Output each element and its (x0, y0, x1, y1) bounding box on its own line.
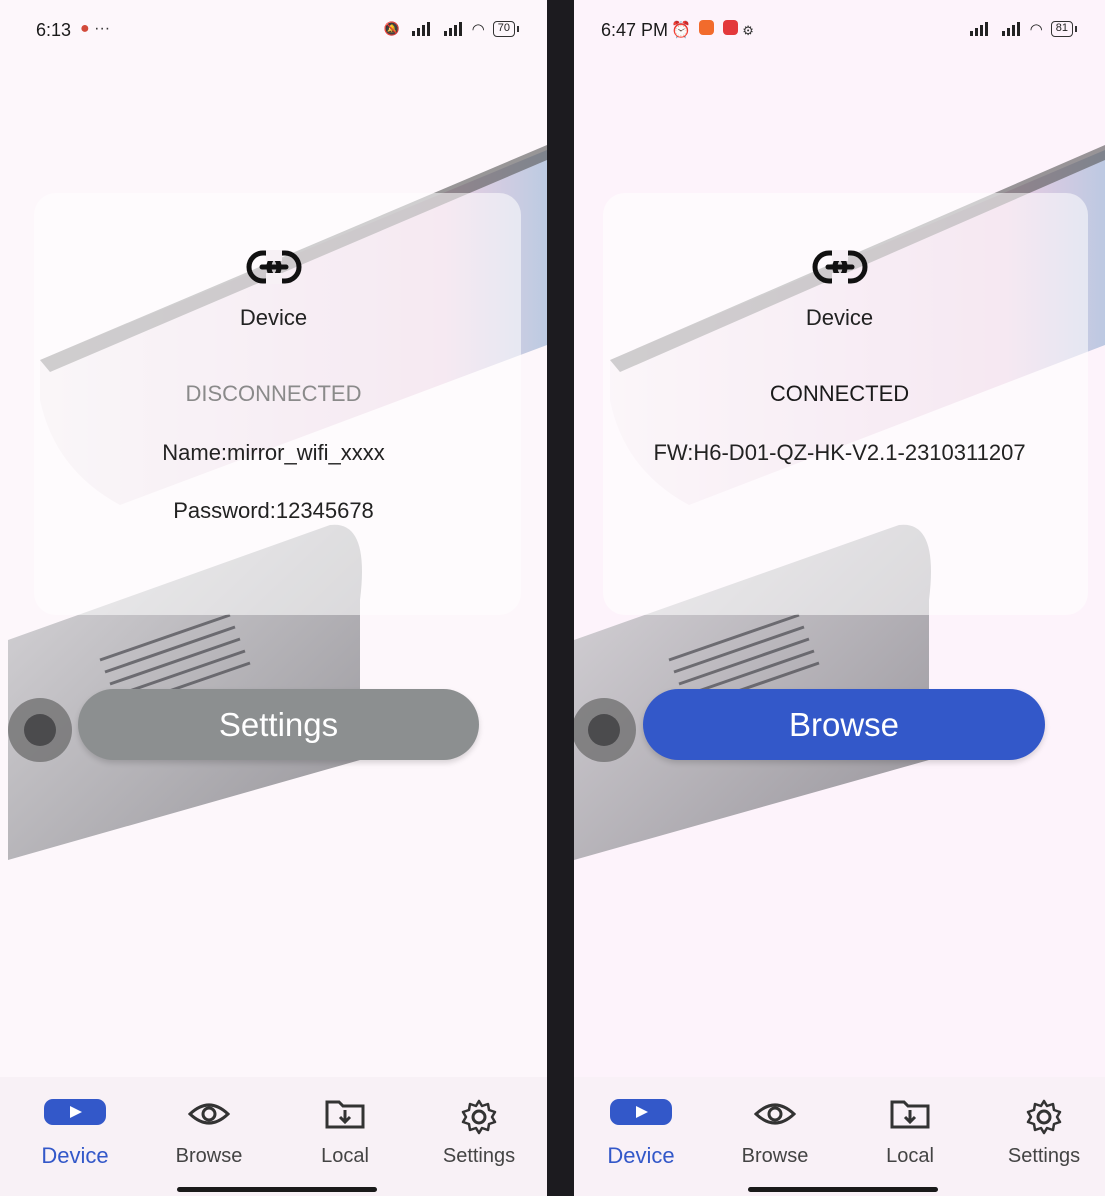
screen-connected: 6:47 PM ⏰ ⚙ ◠ 81 Device CONNECTED FW:H6-… (574, 0, 1105, 1196)
device-title: Device (239, 305, 308, 330)
signal-icon (966, 22, 990, 36)
gear-icon (461, 1099, 497, 1140)
nav-label: Browse (175, 1145, 243, 1167)
status-time: 6:47 PM (601, 20, 669, 40)
status-notification-icons: ⏰ ⚙ (671, 20, 754, 40)
battery-icon: 81 (1050, 21, 1078, 37)
nav-label: Browse (741, 1145, 809, 1167)
signal-icon-2 (440, 22, 464, 36)
nav-label: Local (321, 1145, 369, 1167)
firmware-version: FW:H6-D01-QZ-HK-V2.1-2310311207 (653, 440, 1026, 465)
status-bar: 6:47 PM ⏰ ⚙ ◠ 81 (574, 0, 1105, 62)
device-title: Device (805, 305, 874, 330)
connection-status: DISCONNECTED (185, 381, 362, 406)
nav-label: Settings (442, 1145, 516, 1167)
screen-divider (547, 0, 574, 1196)
nav-label: Device (41, 1143, 109, 1168)
eye-icon (187, 1099, 231, 1134)
settings-button[interactable]: Settings (78, 689, 479, 760)
battery-icon: 70 (492, 21, 520, 37)
nav-label: Device (607, 1143, 675, 1168)
app-notification-icon-2 (722, 20, 738, 35)
status-right-icons: ◠ 81 (966, 20, 1078, 38)
download-folder-icon (325, 1099, 365, 1134)
more-notifications: ··· (94, 20, 111, 37)
gear-icon (1026, 1099, 1062, 1140)
nav-label: Settings (1007, 1145, 1081, 1167)
nav-label: Local (886, 1145, 934, 1167)
status-time: 6:13 (36, 20, 72, 40)
connection-status: CONNECTED (769, 381, 910, 406)
home-indicator[interactable] (177, 1187, 377, 1192)
link-icon (0, 250, 547, 284)
home-indicator[interactable] (748, 1187, 938, 1192)
settings-notification-icon: ⚙ (742, 23, 754, 38)
bottom-navigation: Device Browse Local Settings (574, 1077, 1105, 1196)
alarm-icon: ⏰ (671, 22, 691, 39)
wifi-name: Name:mirror_wifi_xxxx (162, 440, 385, 465)
eye-icon (753, 1099, 797, 1134)
app-notification-icon (699, 20, 715, 35)
signal-icon (408, 22, 432, 36)
download-folder-icon (890, 1099, 930, 1134)
play-icon (44, 1099, 106, 1130)
signal-icon-2 (998, 22, 1022, 36)
wifi-icon: ◠ (471, 21, 485, 38)
browse-button[interactable]: Browse (643, 689, 1045, 760)
screen-disconnected: 6:13 ● ··· 🔕 ◠ 70 Device DISCONNECTED Na… (0, 0, 547, 1196)
wifi-password: Password:12345678 (173, 498, 374, 523)
app-notification-icon: ● (80, 20, 90, 37)
mute-icon: 🔕 (383, 21, 400, 36)
status-right-icons: 🔕 ◠ 70 (383, 20, 520, 38)
bottom-navigation: Device Browse Local Settings (0, 1077, 547, 1196)
link-icon (574, 250, 1105, 284)
status-notification-icons: ● ··· (80, 20, 110, 38)
status-bar: 6:13 ● ··· 🔕 ◠ 70 (0, 0, 547, 62)
wifi-icon: ◠ (1029, 21, 1043, 38)
play-icon (610, 1099, 672, 1130)
